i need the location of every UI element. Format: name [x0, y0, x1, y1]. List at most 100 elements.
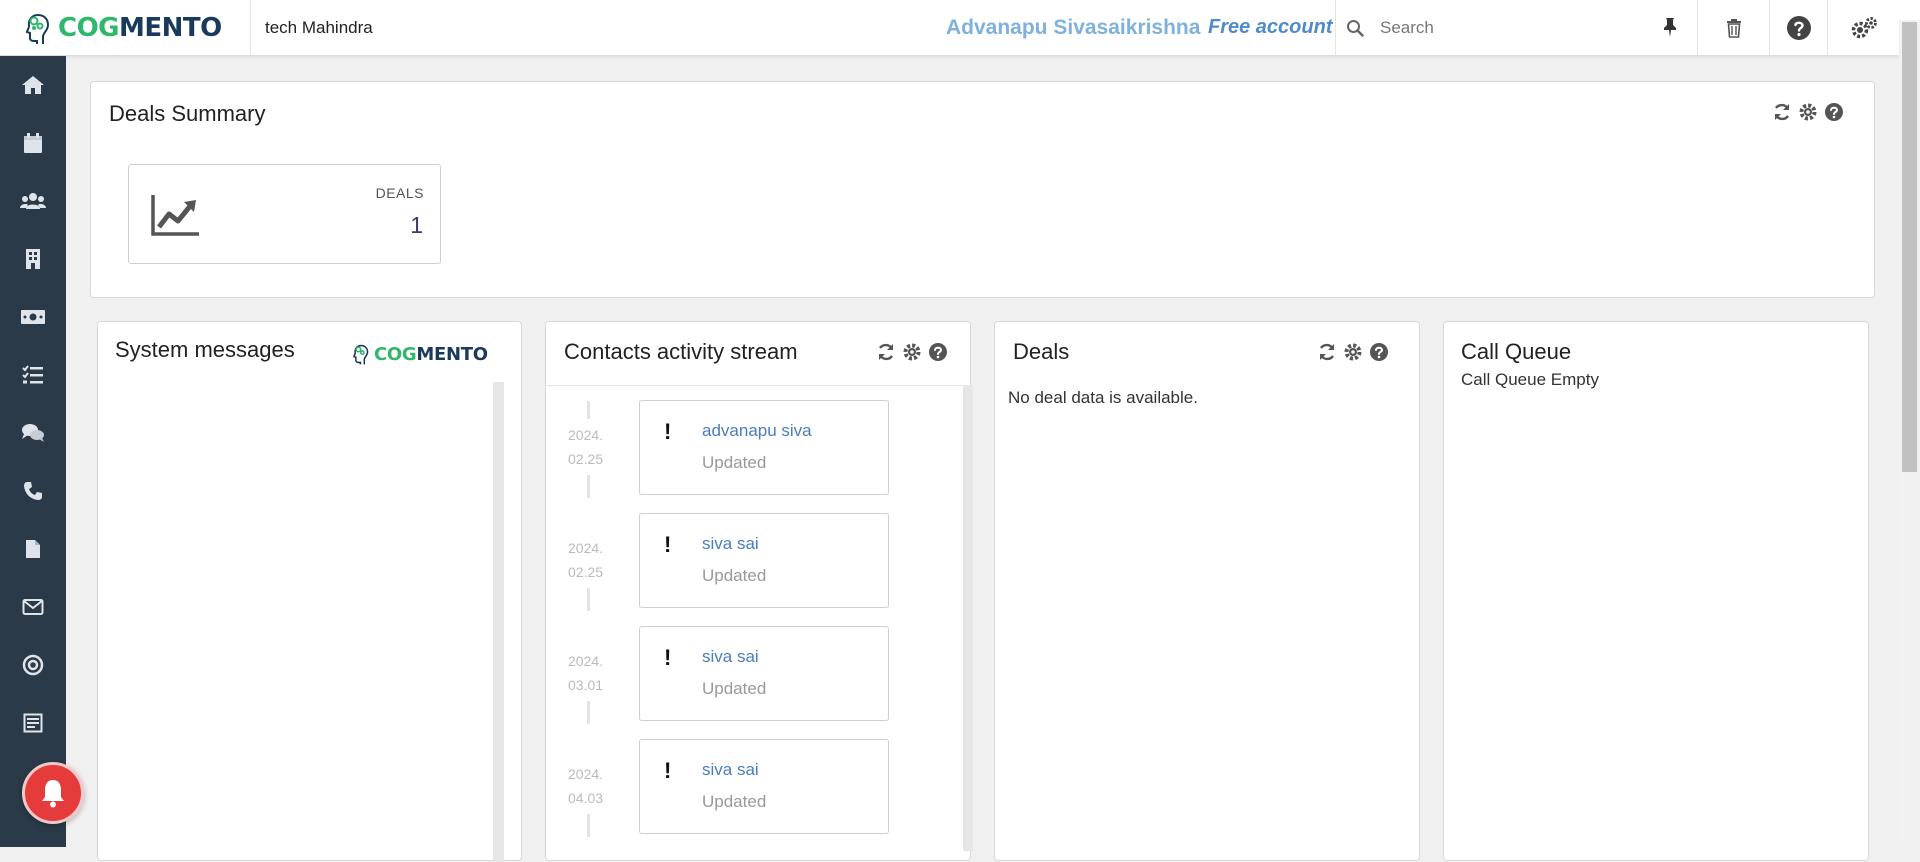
- timeline-line: [587, 401, 590, 419]
- system-messages-panel: System messages COGMENTO: [97, 321, 522, 862]
- system-messages-title: System messages: [115, 337, 295, 362]
- phone-icon: [24, 482, 42, 500]
- activity-status: Updated: [702, 792, 767, 811]
- activity-date: 2024. 04.03: [568, 766, 604, 806]
- activity-date: 2024. 02.25: [568, 427, 604, 467]
- activity-contact-link[interactable]: siva sai: [702, 647, 759, 667]
- sidebar-item-campaigns[interactable]: [0, 636, 66, 694]
- call-queue-panel: Call Queue Call Queue Empty: [1443, 321, 1869, 861]
- calendar-icon: [24, 133, 42, 153]
- page-scrollbar-thumb[interactable]: [1902, 22, 1917, 472]
- activity-date: 2024. 03.01: [568, 653, 604, 693]
- sidebar-item-forms[interactable]: [0, 694, 66, 752]
- pin-icon[interactable]: [1660, 16, 1680, 43]
- help-icon[interactable]: [1824, 102, 1844, 122]
- activity-card: ! advanapu siva Updated: [639, 400, 889, 495]
- trash-icon: [1726, 19, 1741, 38]
- search-icon: [1347, 20, 1364, 37]
- document-icon: [26, 540, 40, 558]
- deals-title: Deals: [1013, 339, 1070, 364]
- alert-icon: !: [664, 419, 672, 444]
- help-button[interactable]: [1769, 0, 1827, 56]
- system-messages-logo: COGMENTO: [352, 342, 488, 366]
- refresh-icon[interactable]: [1317, 342, 1337, 362]
- envelope-icon: [22, 599, 44, 615]
- brain-cog-icon: [25, 14, 50, 44]
- timeline-line: [587, 814, 590, 837]
- contacts-icon: [20, 193, 46, 209]
- activity-contact-link[interactable]: siva sai: [702, 534, 759, 554]
- activity-card: ! siva sai Updated: [639, 739, 889, 834]
- logo-wordmark: COGMENTO: [58, 13, 222, 43]
- system-messages-logo-wordmark: COGMENTO: [374, 343, 488, 365]
- home-icon: [22, 76, 44, 94]
- gears-icon: [1851, 17, 1877, 39]
- contacts-activity-title: Contacts activity stream: [564, 339, 798, 364]
- search-input[interactable]: [1380, 18, 1630, 38]
- alert-icon: !: [664, 758, 672, 783]
- bell-icon: [42, 780, 64, 808]
- settings-button[interactable]: [1827, 0, 1899, 56]
- help-icon[interactable]: [1369, 342, 1389, 362]
- call-queue-empty-message: Call Queue Empty: [1461, 370, 1599, 389]
- activity-status: Updated: [702, 566, 767, 585]
- timeline-line: [587, 701, 590, 724]
- help-icon[interactable]: [928, 342, 948, 362]
- sidebar-item-calendar[interactable]: [0, 114, 66, 172]
- alert-icon: !: [664, 645, 672, 670]
- activity-entry: 2024. 02.25 ! siva sai Updated: [546, 498, 946, 611]
- activity-entry: 2024. 03.01 ! siva sai Updated: [546, 611, 946, 724]
- trash-button[interactable]: [1697, 0, 1769, 56]
- deals-panel: Deals No deal data is available.: [994, 321, 1420, 861]
- call-queue-title: Call Queue: [1461, 339, 1572, 364]
- account-type-label[interactable]: Free account: [1208, 16, 1332, 39]
- activity-contact-link[interactable]: siva sai: [702, 760, 759, 780]
- companies-icon: [26, 249, 40, 269]
- tasks-icon: [22, 365, 43, 384]
- sidebar-item-documents[interactable]: [0, 520, 66, 578]
- sidebar-item-deals[interactable]: [0, 288, 66, 346]
- activity-status: Updated: [702, 453, 767, 472]
- help-icon: [1786, 16, 1811, 40]
- alert-icon: !: [664, 532, 672, 557]
- search-bar: [1335, 0, 1695, 56]
- sidebar-item-companies[interactable]: [0, 230, 66, 288]
- deals-stat-card[interactable]: DEALS 1: [128, 164, 441, 264]
- contacts-activity-panel: Contacts activity stream 2024. 02.25 ! ad…: [545, 321, 973, 861]
- deals-empty-message: No deal data is available.: [1008, 388, 1198, 407]
- page-scrollbar[interactable]: [1899, 20, 1920, 847]
- activity-scrollbar[interactable]: [963, 385, 973, 851]
- activity-entry: 2024. 04.03 ! siva sai Updated: [546, 724, 946, 837]
- forms-icon: [23, 713, 43, 733]
- deals-icon: [21, 310, 45, 324]
- sidebar: [0, 56, 66, 847]
- gear-icon[interactable]: [1343, 342, 1363, 362]
- sidebar-item-home[interactable]: [0, 56, 66, 114]
- sidebar-item-email[interactable]: [0, 578, 66, 636]
- deals-stat-label: DEALS: [375, 185, 424, 201]
- notifications-button[interactable]: [22, 762, 84, 824]
- sidebar-item-tasks[interactable]: [0, 346, 66, 404]
- activity-card: ! siva sai Updated: [639, 513, 889, 608]
- deals-summary-title: Deals Summary: [109, 101, 266, 126]
- cogmento-logo[interactable]: COGMENTO: [24, 10, 222, 46]
- top-bar: COGMENTO tech Mahindra Advanapu Sivasaik…: [0, 0, 1920, 56]
- gear-icon[interactable]: [902, 342, 922, 362]
- user-name-link[interactable]: Advanapu Sivasaikrishna: [946, 16, 1200, 40]
- sidebar-item-contacts[interactable]: [0, 172, 66, 230]
- target-icon: [22, 654, 44, 676]
- gear-icon[interactable]: [1798, 102, 1818, 122]
- sidebar-item-calls[interactable]: [0, 462, 66, 520]
- refresh-icon[interactable]: [1772, 102, 1792, 122]
- trending-chart-icon: [151, 195, 199, 236]
- sidebar-item-cases[interactable]: [0, 404, 66, 462]
- timeline-line: [587, 588, 590, 611]
- timeline-line: [587, 475, 590, 498]
- brain-cog-icon: [353, 344, 369, 365]
- activity-contact-link[interactable]: advanapu siva: [702, 421, 812, 441]
- chat-icon: [22, 424, 44, 442]
- system-messages-scrollbar[interactable]: [493, 382, 504, 862]
- organization-name: tech Mahindra: [250, 0, 373, 56]
- refresh-icon[interactable]: [876, 342, 896, 362]
- deals-summary-tools: [1772, 102, 1844, 122]
